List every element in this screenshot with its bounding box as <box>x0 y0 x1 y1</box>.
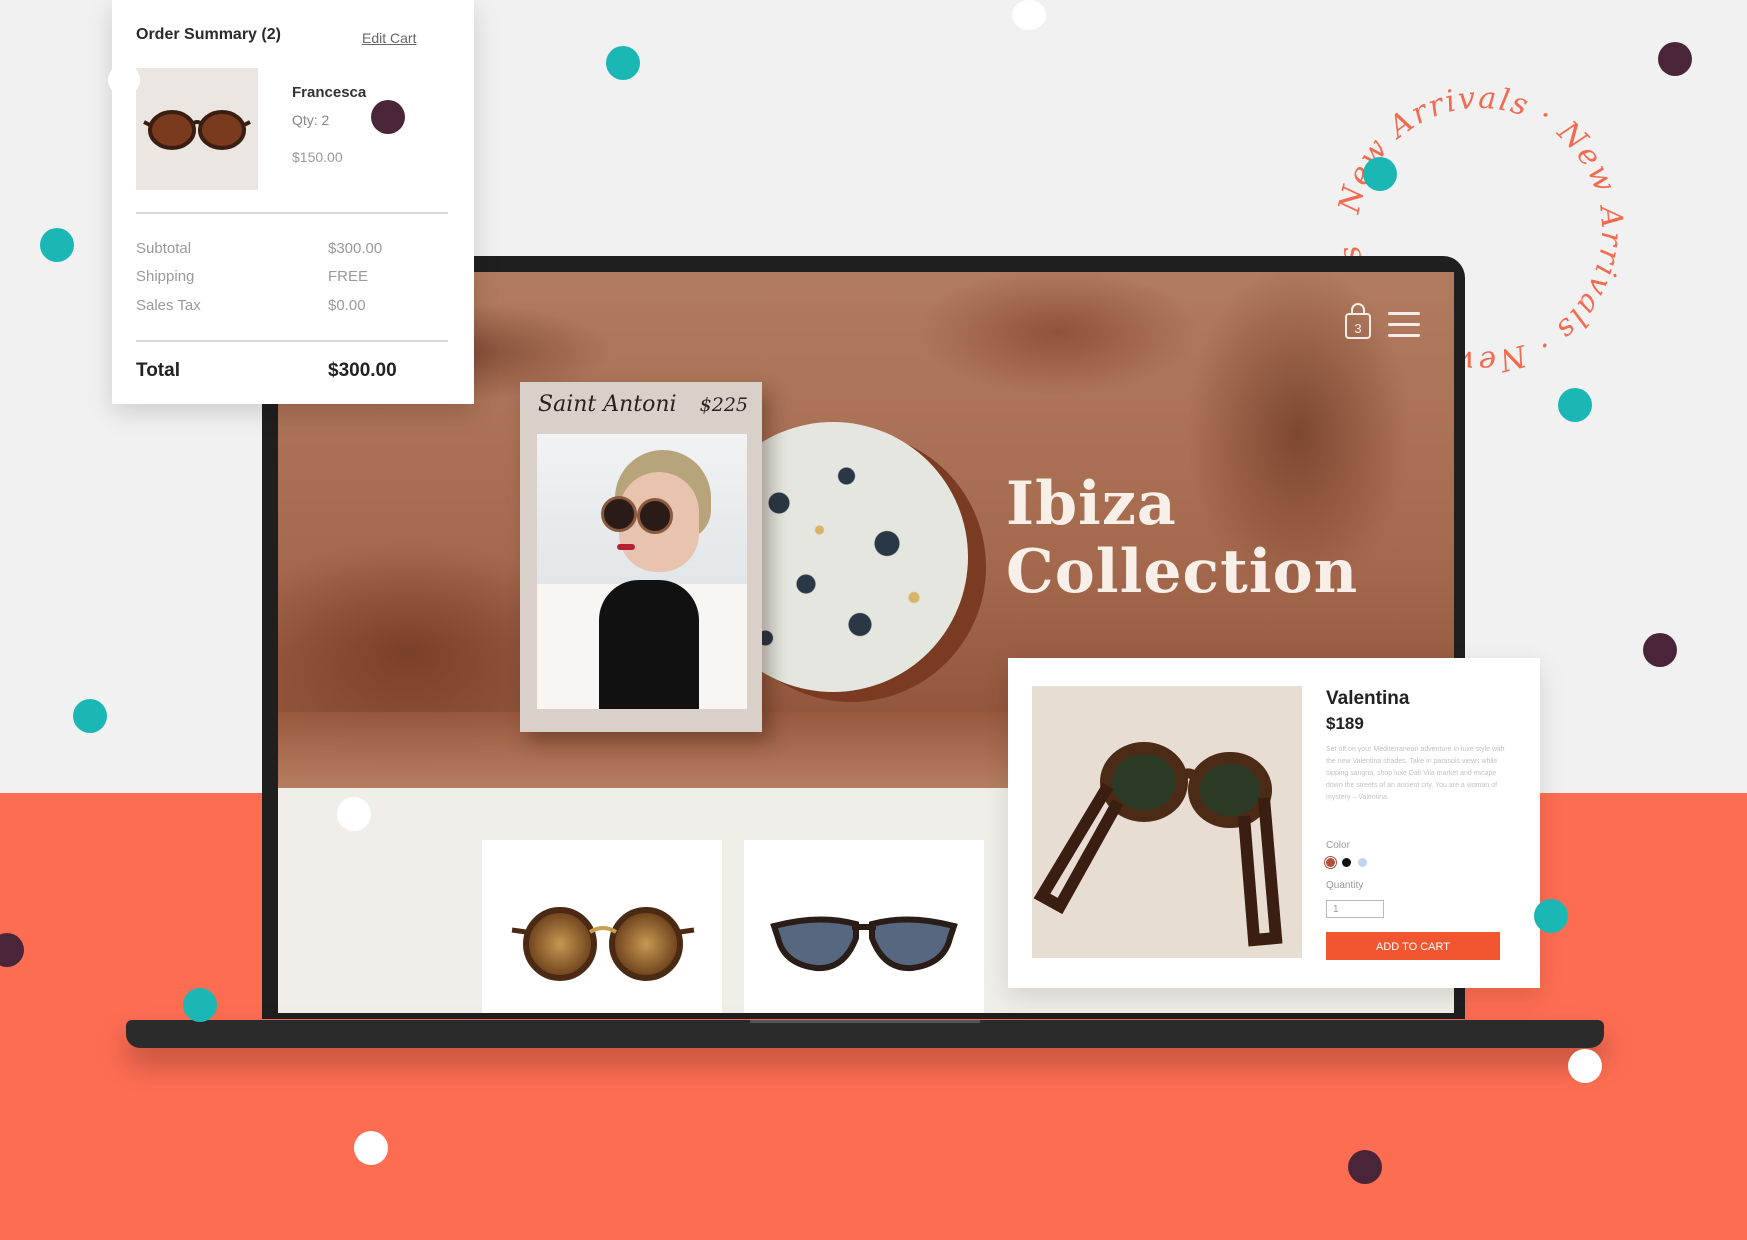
shipping-value: FREE <box>328 268 369 285</box>
quantity-input[interactable]: 1 <box>1326 900 1384 918</box>
color-label: Color <box>1326 840 1350 851</box>
color-swatch-blue[interactable] <box>1358 858 1367 867</box>
product-detail-panel: Valentina $189 Set off on your Mediterra… <box>1008 658 1540 988</box>
laptop-base <box>126 1020 1604 1048</box>
subtotal-value: $300.00 <box>328 240 383 257</box>
model-portrait-image <box>537 434 747 709</box>
laptop-notch <box>750 1020 980 1023</box>
sales-tax-value: $0.00 <box>328 297 366 314</box>
order-summary-title: Order Summary (2) <box>136 26 281 43</box>
confetti-dot <box>1363 157 1397 191</box>
add-to-cart-button[interactable]: ADD TO CART <box>1326 932 1500 960</box>
confetti-dot <box>1558 388 1592 422</box>
confetti-dot <box>1658 42 1692 76</box>
subtotal-label: Subtotal <box>136 240 192 257</box>
hamburger-menu-icon[interactable] <box>1388 312 1420 337</box>
color-swatch-black[interactable] <box>1342 858 1351 867</box>
clubmaster-sunglasses-icon <box>770 916 958 972</box>
cart-count: 3 <box>1354 321 1361 336</box>
portrait-sunglasses-right <box>637 498 673 534</box>
product-detail-image <box>1032 686 1302 958</box>
confetti-dot <box>354 1131 388 1165</box>
portrait-sunglasses-left <box>601 496 637 532</box>
hero-title-line2: Collection <box>1006 537 1359 607</box>
tortoise-sunglasses-icon <box>511 907 695 981</box>
featured-product-name: Saint Antoni <box>538 392 677 417</box>
order-item-name: Francesca <box>292 84 367 101</box>
product-name: Valentina <box>1326 688 1410 709</box>
portrait-lips <box>617 544 635 550</box>
total-label: Total <box>136 360 180 381</box>
confetti-dot <box>108 64 140 96</box>
hero-title: Ibiza Collection <box>1006 470 1358 606</box>
order-item-price: $150.00 <box>292 149 343 165</box>
shopping-bag-icon[interactable]: 3 <box>1344 302 1372 340</box>
divider <box>136 340 448 342</box>
confetti-dot <box>1568 1049 1602 1083</box>
order-summary-panel: Order Summary (2) Edit Cart Francesca Qt… <box>112 0 474 404</box>
confetti-dot <box>73 699 107 733</box>
product-description: Set off on your Mediterranean adventure … <box>1326 746 1505 801</box>
order-item-qty: Qty: 2 <box>292 112 330 128</box>
confetti-dot <box>40 228 74 262</box>
color-swatch-red[interactable] <box>1326 858 1335 867</box>
sales-tax-label: Sales Tax <box>136 297 201 314</box>
green-lens-sunglasses-icon <box>1033 742 1283 947</box>
confetti-dot <box>1643 633 1677 667</box>
confetti-dot <box>1534 899 1568 933</box>
featured-product-price: $225 <box>699 394 748 416</box>
confetti-dot <box>1012 0 1046 30</box>
sunglasses-icon <box>143 110 251 150</box>
quantity-label: Quantity <box>1326 880 1364 891</box>
confetti-dot <box>371 100 405 134</box>
shipping-label: Shipping <box>136 268 195 285</box>
confetti-dot <box>337 797 371 831</box>
divider <box>136 212 448 214</box>
total-value: $300.00 <box>328 360 397 381</box>
confetti-dot <box>183 988 217 1022</box>
hero-title-line1: Ibiza <box>1006 469 1177 539</box>
confetti-dot <box>1348 1150 1382 1184</box>
confetti-dot <box>606 46 640 80</box>
product-thumb-clubmaster[interactable] <box>744 840 984 1013</box>
product-price: $189 <box>1326 714 1364 733</box>
edit-cart-link[interactable]: Edit Cart <box>362 30 416 46</box>
featured-product-card[interactable]: Saint Antoni $225 <box>520 382 762 732</box>
order-item-image <box>136 68 258 190</box>
portrait-top <box>599 580 699 709</box>
product-thumb-tortoise[interactable] <box>482 840 722 1013</box>
